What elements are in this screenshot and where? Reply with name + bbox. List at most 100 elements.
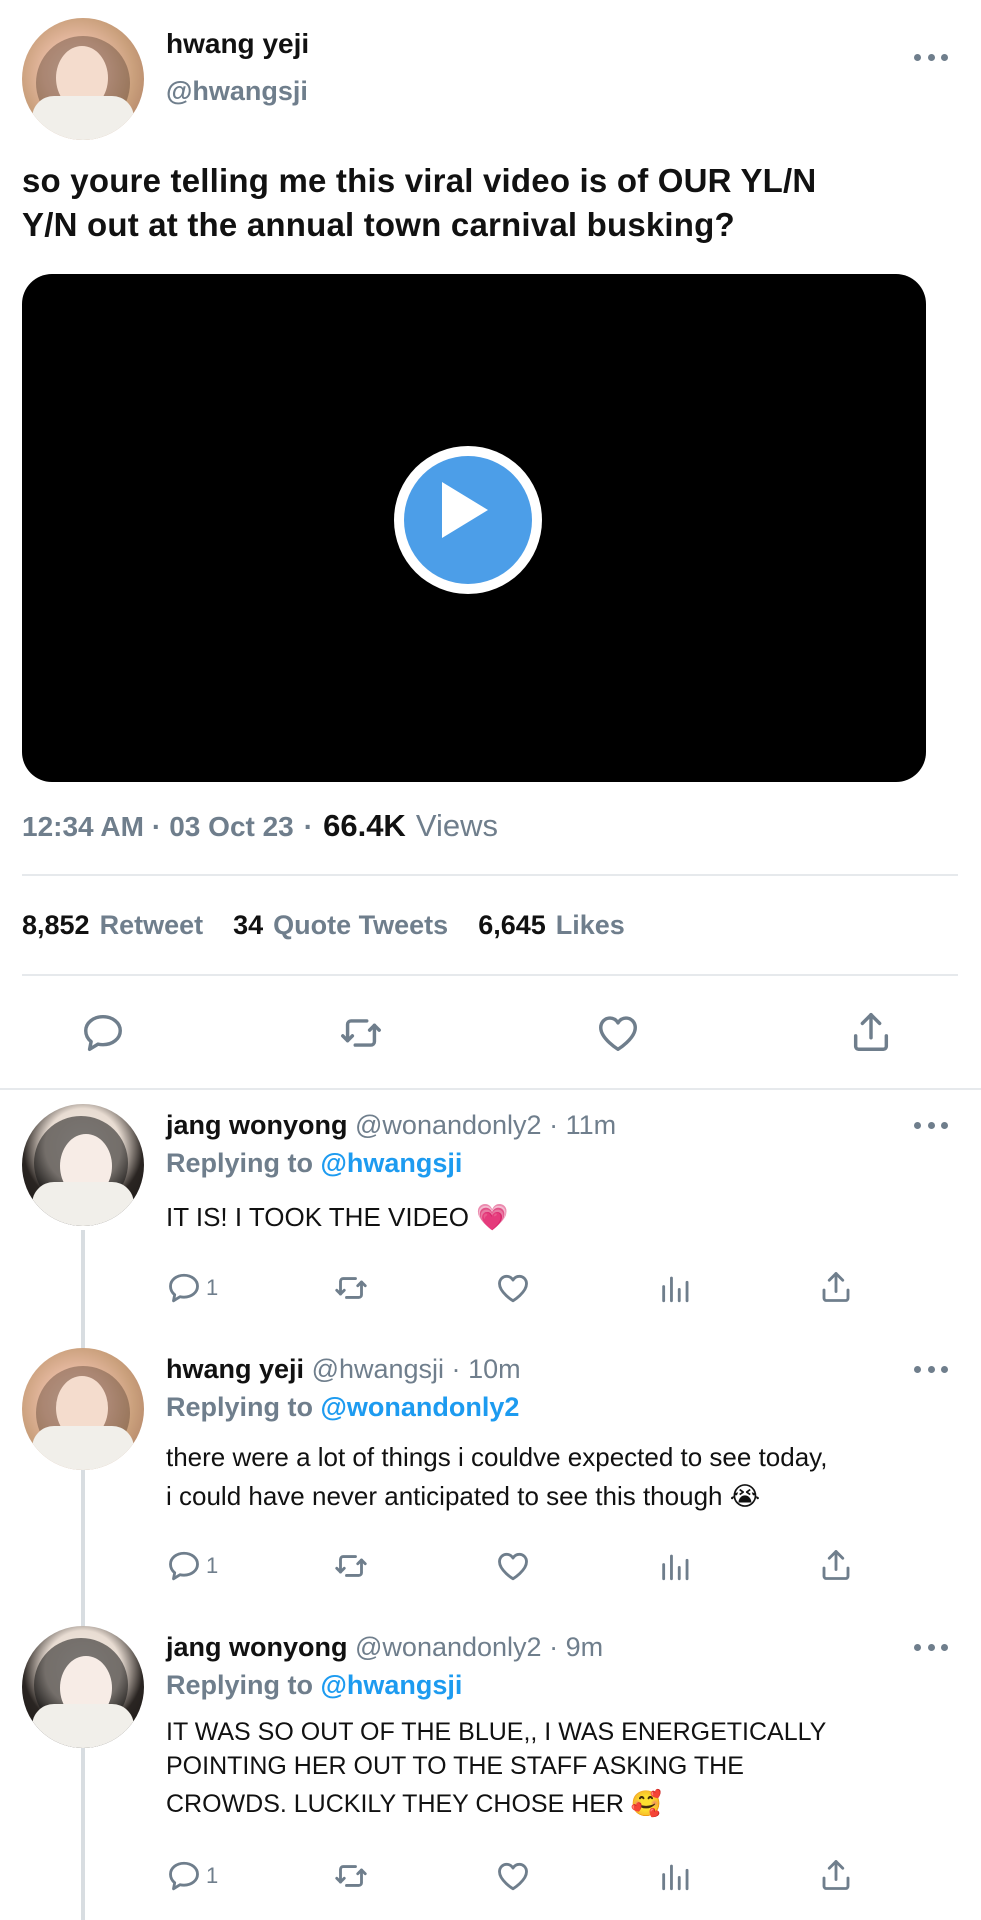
header-separator: · [549,1110,559,1140]
reply-handle[interactable]: @wonandonly2 [355,1632,542,1662]
replying-to: Replying to @hwangsji [166,1670,462,1701]
like-icon [599,1016,637,1052]
likes-count[interactable]: 6,645 [478,910,546,941]
more-icon[interactable] [914,1364,948,1374]
reply-time: 9m [565,1632,604,1662]
reply-button[interactable] [80,1010,126,1056]
reply-button[interactable]: 1 [166,1548,218,1584]
reply-count: 1 [206,1553,219,1578]
reply-text-line2: i could have never anticipated to see th… [166,1481,761,1511]
meta-separator: · [303,811,314,842]
quotes-label[interactable]: Quote Tweets [273,910,448,941]
replying-label: Replying to [166,1670,313,1700]
retweets-count[interactable]: 8,852 [22,910,90,941]
like-button[interactable] [594,1010,642,1056]
reply-text-line2: POINTING HER OUT TO THE STAFF ASKING THE [166,1752,744,1780]
share-button[interactable] [818,1268,854,1306]
views-count: 66.4K [323,808,406,843]
reply-icon [84,1014,122,1052]
reply-icon [169,1273,199,1303]
reply-count: 1 [206,1275,219,1300]
share-icon [822,1272,850,1302]
retweet-button[interactable] [332,1270,370,1306]
replying-to: Replying to @hwangsji [166,1148,462,1179]
share-icon [822,1550,850,1580]
reply-text: IT IS! I TOOK THE VIDEO 💗 [166,1202,509,1232]
divider [22,974,958,976]
reply-count: 1 [206,1863,219,1888]
replying-label: Replying to [166,1148,313,1178]
play-icon[interactable] [394,446,542,594]
analytics-icon [662,1864,689,1891]
reply-header: hwang yeji @hwangsji · 10m [166,1354,521,1385]
more-icon[interactable] [914,1642,948,1652]
reply-text-line1: there were a lot of things i couldve exp… [166,1442,828,1472]
main-tweet-text-line2: Y/N out at the annual town carnival busk… [22,206,735,243]
like-icon [498,1274,528,1303]
reply-handle[interactable]: @hwangsji [312,1354,444,1384]
reply-button[interactable]: 1 [166,1270,218,1306]
retweet-icon [335,1865,367,1887]
share-icon [853,1013,889,1051]
reply-name[interactable]: jang wonyong [166,1632,348,1662]
reply-icon [169,1861,199,1891]
analytics-icon [662,1276,689,1303]
main-tweet-avatar[interactable] [22,18,144,140]
analytics-icon [662,1554,689,1581]
avatar-clothing [32,1704,134,1748]
tweet-date: 03 Oct 23 [169,811,294,842]
like-button[interactable] [494,1270,532,1306]
like-button[interactable] [494,1548,532,1584]
reply-avatar[interactable] [22,1626,144,1748]
like-icon [498,1862,528,1891]
replying-handle[interactable]: @hwangsji [321,1148,463,1178]
share-button[interactable] [848,1008,894,1056]
engagement-stats: 8,852 Retweet 34 Quote Tweets 6,645 Like… [22,910,625,941]
analytics-button[interactable] [658,1270,692,1306]
retweets-label[interactable]: Retweet [100,910,204,941]
reply-text-line3: CROWDS. LUCKILY THEY CHOSE HER 🥰 [166,1790,663,1818]
reply-avatar[interactable] [22,1104,144,1226]
header-separator: · [549,1632,559,1662]
meta-separator: · [151,811,162,842]
reply-handle[interactable]: @wonandonly2 [355,1110,542,1140]
main-tweet-name[interactable]: hwang yeji [166,28,309,60]
retweet-button[interactable] [332,1858,370,1894]
thread-line [81,1230,85,1920]
share-button[interactable] [818,1856,854,1894]
share-icon [822,1860,850,1890]
main-tweet-handle[interactable]: @hwangsji [166,76,308,107]
more-icon[interactable] [914,1120,948,1130]
reply-header: jang wonyong @wonandonly2 · 9m [166,1632,603,1663]
tweet-meta: 12:34 AM · 03 Oct 23 · 66.4K Views [22,808,498,844]
avatar-clothing [32,1182,134,1226]
reply-text-line1: IT WAS SO OUT OF THE BLUE,, I WAS ENERGE… [166,1718,827,1746]
header-separator: · [451,1354,461,1384]
tweet-time: 12:34 AM [22,811,144,842]
like-icon [498,1552,528,1581]
analytics-button[interactable] [658,1858,692,1894]
play-triangle [442,482,488,538]
reply-avatar[interactable] [22,1348,144,1470]
quotes-count[interactable]: 34 [233,910,263,941]
reply-name[interactable]: jang wonyong [166,1110,348,1140]
like-button[interactable] [494,1858,532,1894]
analytics-button[interactable] [658,1548,692,1584]
divider [22,874,958,876]
reply-button[interactable]: 1 [166,1858,218,1894]
retweet-icon [335,1277,367,1299]
reply-icon [169,1551,199,1581]
retweet-icon [341,1019,381,1047]
more-icon[interactable] [914,52,948,62]
replying-handle[interactable]: @wonandonly2 [321,1392,520,1422]
reply-name[interactable]: hwang yeji [166,1354,304,1384]
share-button[interactable] [818,1546,854,1584]
likes-label[interactable]: Likes [556,910,625,941]
replying-handle[interactable]: @hwangsji [321,1670,463,1700]
reply-header: jang wonyong @wonandonly2 · 11m [166,1110,616,1141]
retweet-button[interactable] [337,1010,385,1056]
main-tweet-text-line1: so youre telling me this viral video is … [22,162,817,199]
retweet-button[interactable] [332,1548,370,1584]
avatar-clothing [32,1426,134,1470]
replying-to: Replying to @wonandonly2 [166,1392,519,1423]
